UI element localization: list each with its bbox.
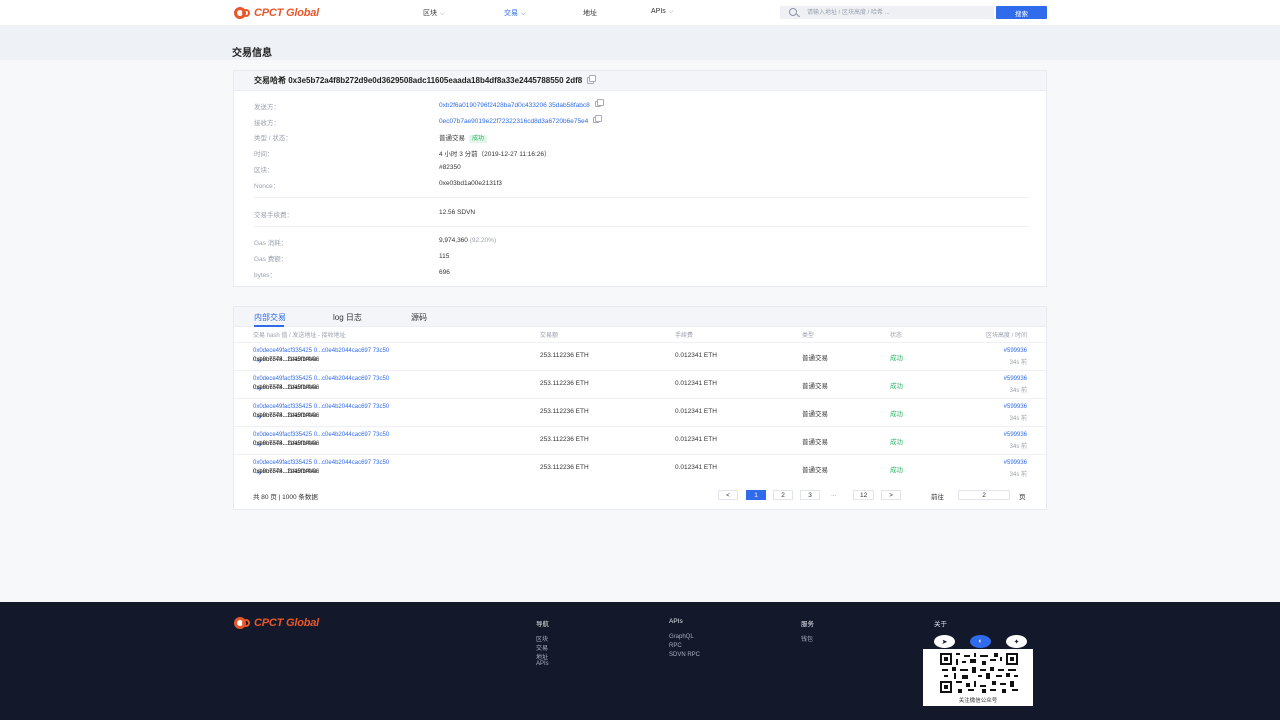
footer-link-transactions[interactable]: 交易 [536, 643, 548, 652]
divider [254, 226, 1028, 227]
tab-log[interactable]: log 日志 [333, 312, 362, 323]
logo-mark-icon [234, 616, 254, 630]
to-address-link[interactable]: 0ec07b7ae9019e22f72322316cd8d3a6720b6e75… [439, 118, 588, 125]
search-button[interactable]: 搜索 [996, 6, 1047, 19]
chevron-down-icon: ⌵ [668, 9, 674, 15]
wechat-qr-card: 关注微信公众号 [923, 649, 1033, 706]
page-2-button[interactable]: 2 [773, 490, 793, 500]
status-badge: 成功 [469, 135, 488, 143]
footer-col-title: APIs [669, 618, 683, 625]
footer-col-title: 导航 [536, 621, 549, 628]
status-badge: 成功 [890, 439, 903, 446]
qr-code-icon [940, 653, 1018, 693]
block-link[interactable]: #82350 [439, 164, 461, 171]
footer-link-sdvn-rpc[interactable]: SDVN RPC [669, 652, 700, 658]
tx-hash-link[interactable]: 0x0dece49facf335425 0...c0e4b2044cac697 … [253, 348, 389, 354]
search-icon [789, 8, 797, 16]
copy-icon[interactable] [594, 99, 604, 107]
to-address-link[interactable]: 0xe9b6574...f1fa9fb4b06 [253, 469, 319, 475]
pagination-total: 共 80 页 | 1000 条数据 [253, 494, 318, 501]
divider [254, 197, 1028, 198]
block-link[interactable]: #599936 [1004, 432, 1027, 438]
tx-hash: 0x3e5b72a4f8b272d9e0d3629508adc11605eaad… [288, 76, 583, 85]
goto-label: 前往 [931, 494, 944, 501]
table-row: 0x0dece49facf335425 0...c0e4b2044cac697 … [234, 370, 1046, 398]
goto-suffix: 页 [1019, 494, 1026, 501]
block-link[interactable]: #599936 [1004, 348, 1027, 354]
chevron-down-icon: ⌵ [521, 11, 526, 17]
active-tab-indicator [254, 325, 284, 327]
qr-caption: 关注微信公众号 [958, 698, 998, 704]
tx-hash-link[interactable]: 0x0dece49facf335425 0...c0e4b2044cac697 … [253, 432, 389, 438]
tab-internal-transactions[interactable]: 内部交易 [254, 312, 286, 323]
from-address-link[interactable]: 0xb2f6a0190796f2428ba7d0c433206 35dab58f… [439, 102, 590, 109]
logo-mark-icon [234, 6, 254, 20]
status-badge: 成功 [890, 411, 903, 418]
to-address-link[interactable]: 0xe9b6574...f1fa9fb4b06 [253, 413, 319, 419]
top-bar: CPCT Global 区块⌵ 交易⌵ 地址 APIs⌵ 搜索 [0, 0, 1280, 25]
table-header: 交易 hash 值 / 发送地址 - 接收地址 交易额 手续费 类型 状态 区块… [253, 333, 1027, 339]
to-address-link[interactable]: 0xe9b6574...f1fa9fb4b06 [253, 357, 319, 363]
footer: CPCT Global 导航 区块 交易 地址 APIs APIs GraphQ… [0, 602, 1280, 720]
logo[interactable]: CPCT Global [234, 5, 319, 21]
footer-link-rpc[interactable]: RPC [669, 643, 682, 649]
to-address-link[interactable]: 0xe9b6574...f1fa9fb4b06 [253, 385, 319, 391]
copy-icon[interactable] [593, 115, 603, 123]
search-bar [780, 6, 994, 19]
nav-blocks[interactable]: 区块 ⌵ [423, 8, 445, 18]
transaction-detail-card: 交易哈希 0x3e5b72a4f8b272d9e0d3629508adc1160… [233, 70, 1047, 287]
footer-link-address[interactable]: 地址 [536, 652, 548, 661]
tab-bar: 内部交易 log 日志 源码 [234, 307, 1046, 327]
next-page-button[interactable]: > [881, 490, 901, 500]
nav-address[interactable]: 地址 [583, 8, 597, 18]
table-row: 0x0dece49facf335425 0...c0e4b2044cac697 … [234, 426, 1046, 454]
page-3-button[interactable]: 3 [800, 490, 820, 500]
tx-hash-header: 交易哈希 0x3e5b72a4f8b272d9e0d3629508adc1160… [234, 71, 1046, 91]
status-badge: 成功 [890, 467, 903, 474]
footer-link-blocks[interactable]: 区块 [536, 634, 548, 643]
copy-icon[interactable] [587, 75, 597, 84]
tx-hash-link[interactable]: 0x0dece49facf335425 0...c0e4b2044cac697 … [253, 376, 389, 382]
title-band [0, 25, 1280, 60]
footer-col-title: 服务 [801, 621, 814, 628]
footer-logo[interactable]: CPCT Global [234, 615, 319, 631]
tx-hash-link[interactable]: 0x0dece49facf335425 0...c0e4b2044cac697 … [253, 460, 389, 466]
pagination-ellipsis: ... [831, 491, 837, 498]
block-link[interactable]: #599936 [1004, 404, 1027, 410]
status-badge: 成功 [890, 355, 903, 362]
page-1-button[interactable]: 1 [746, 490, 766, 500]
status-badge: 成功 [890, 383, 903, 390]
footer-link-wallet[interactable]: 钱包 [801, 634, 813, 643]
internal-transactions-card: 内部交易 log 日志 源码 交易 hash 值 / 发送地址 - 接收地址 交… [233, 306, 1047, 510]
page-12-button[interactable]: 12 [853, 490, 875, 500]
table-row: 0x0dece49facf335425 0...c0e4b2044cac697 … [234, 342, 1046, 370]
table-row: 0x0dece49facf335425 0...c0e4b2044cac697 … [234, 398, 1046, 426]
telegram-icon[interactable]: ➤ [934, 635, 955, 648]
tx-hash-link[interactable]: 0x0dece49facf335425 0...c0e4b2044cac697 … [253, 404, 389, 410]
footer-link-apis[interactable]: APIs [536, 661, 549, 667]
block-link[interactable]: #599936 [1004, 376, 1027, 382]
nav-apis[interactable]: APIs ⌵ [651, 8, 673, 16]
weibo-icon[interactable]: ◐ [970, 635, 991, 648]
prev-page-button[interactable]: < [718, 490, 738, 500]
footer-col-title: 关于 [934, 621, 947, 628]
twitter-icon[interactable]: ✦ [1006, 635, 1027, 648]
to-address-link[interactable]: 0xe9b6574...f1fa9fb4b06 [253, 441, 319, 447]
nav-transactions[interactable]: 交易 ⌵ [504, 8, 526, 18]
chevron-down-icon: ⌵ [440, 11, 445, 17]
tab-source[interactable]: 源码 [411, 312, 427, 323]
goto-page-input[interactable] [958, 490, 1010, 500]
footer-link-graphql[interactable]: GraphQL [669, 634, 694, 640]
table-row: 0x0dece49facf335425 0...c0e4b2044cac697 … [234, 454, 1046, 482]
search-input[interactable] [807, 6, 987, 19]
page-title: 交易信息 [232, 48, 272, 59]
block-link[interactable]: #599936 [1004, 460, 1027, 466]
